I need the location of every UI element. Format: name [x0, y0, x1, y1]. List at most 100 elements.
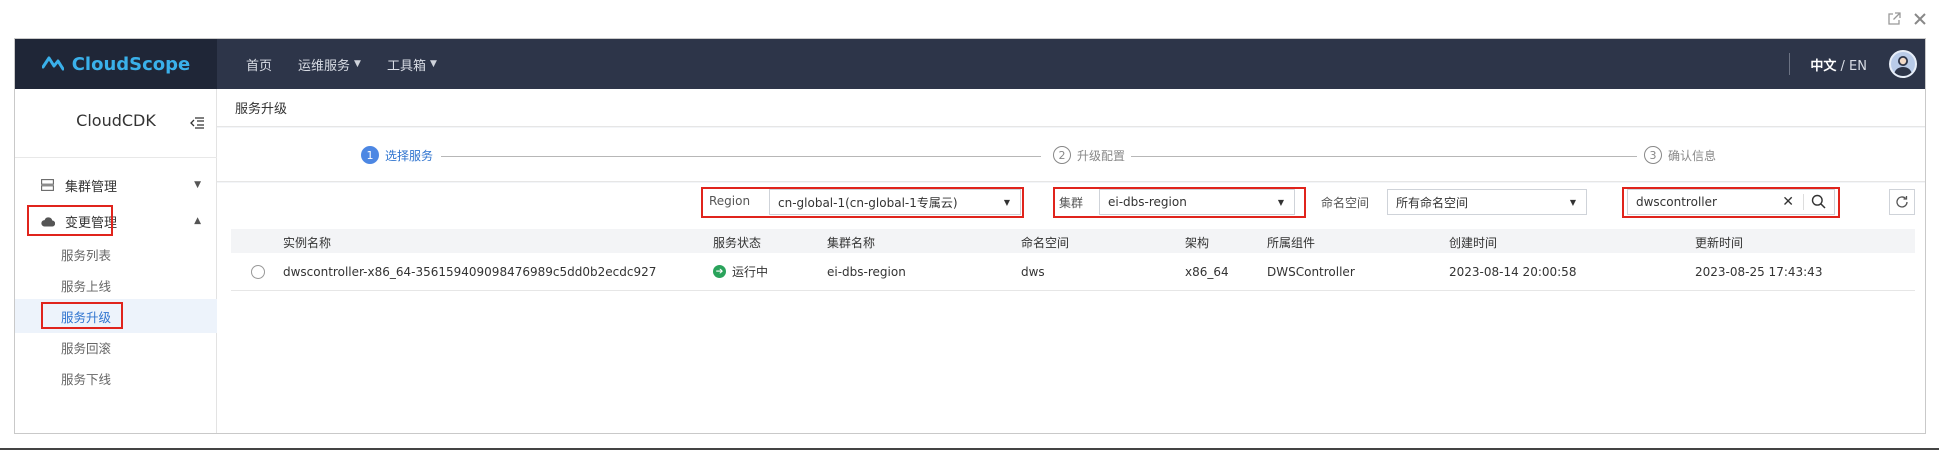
brand-name: CloudScope — [71, 53, 191, 75]
chevron-down-icon: ▼ — [1003, 198, 1010, 207]
column-header: 实例名称 — [283, 236, 332, 250]
divider — [1789, 53, 1791, 75]
column-header: 命名空间 — [1021, 236, 1070, 250]
sidebar-item-service-rollback[interactable]: 服务回滚 — [15, 330, 217, 364]
column-header: 架构 — [1185, 236, 1210, 250]
step-label: 选择服务 — [385, 148, 434, 163]
chevron-down-icon: ▼ — [1277, 198, 1284, 207]
search-icon[interactable] — [1811, 194, 1826, 212]
sidebar-group-change-management[interactable]: 变更管理 ▲ — [15, 206, 217, 236]
step-label: 升级配置 — [1077, 148, 1126, 163]
row-select-radio[interactable] — [251, 265, 265, 279]
sidebar-group-cluster-management[interactable]: 集群管理 ▼ — [15, 170, 217, 200]
collapse-sidebar-icon[interactable] — [190, 117, 204, 132]
cluster-name-cell: ei-dbs-region — [827, 265, 906, 279]
sidebar-item-service-upgrade[interactable]: 服务升级 — [15, 299, 217, 333]
chevron-up-icon: ▲ — [194, 216, 201, 226]
cluster-label: 集群 — [1059, 196, 1084, 210]
lang-zh[interactable]: 中文 — [1810, 59, 1836, 74]
brand-logo[interactable]: CloudScope — [15, 39, 217, 89]
sidebar-item-service-list[interactable]: 服务列表 — [15, 237, 217, 271]
step-label: 确认信息 — [1668, 148, 1717, 163]
sidebar-title: CloudCDK — [76, 111, 156, 130]
search-input[interactable]: dwscontroller ✕ — [1627, 189, 1835, 215]
region-select-value: cn-global-1(cn-global-1专属云) — [778, 195, 958, 210]
language-switch[interactable]: 中文 / EN — [1810, 55, 1867, 74]
nav-toolbox-label: 工具箱 — [386, 58, 426, 74]
sidebar-item-service-deploy[interactable]: 服务上线 — [15, 268, 217, 302]
page-title: 服务升级 — [217, 89, 1925, 127]
region-label: Region — [709, 194, 751, 208]
component-cell: DWSController — [1267, 265, 1355, 279]
chevron-down-icon: ▼ — [354, 59, 361, 69]
sidebar-item-service-offline[interactable]: 服务下线 — [15, 361, 217, 395]
window-controls — [1885, 10, 1929, 28]
column-header: 创建时间 — [1449, 236, 1498, 250]
refresh-icon — [1896, 196, 1908, 208]
cluster-select-value: ei-dbs-region — [1108, 195, 1187, 209]
app-frame: CloudScope 首页 运维服务 ▼ 工具箱 ▼ 中文 / EN CloudCD… — [14, 38, 1926, 434]
divider — [0, 448, 1939, 450]
step-confirm-info: 3 确认信息 — [1638, 146, 1723, 164]
external-link-icon[interactable] — [1885, 10, 1903, 28]
region-select[interactable]: cn-global-1(cn-global-1专属云) ▼ — [769, 189, 1021, 215]
column-header: 所属组件 — [1267, 236, 1316, 250]
namespace-label: 命名空间 — [1321, 196, 1370, 210]
instance-name-cell: dwscontroller-x86_64-356159409098476989c… — [283, 265, 657, 279]
table-header: 实例名称 服务状态 集群名称 命名空间 架构 所属组件 创建时间 更新时间 — [231, 229, 1915, 253]
steps-bar: 1 选择服务 2 升级配置 3 确认信息 — [217, 128, 1925, 182]
content-area: 服务升级 1 选择服务 2 升级配置 3 确认信息 Region cn-glob… — [217, 89, 1925, 433]
step-connector — [441, 156, 1041, 157]
status-badge: ➔ 运行中 — [713, 263, 768, 280]
created-time-cell: 2023-08-14 20:00:58 — [1449, 265, 1577, 279]
top-right-area: 中文 / EN — [1789, 39, 1917, 89]
nav-ops-services[interactable]: 运维服务 ▼ — [285, 55, 374, 74]
top-navbar: CloudScope 首页 运维服务 ▼ 工具箱 ▼ 中文 / EN — [15, 39, 1925, 89]
nav-ops-services-label: 运维服务 — [298, 58, 351, 74]
divider — [1803, 194, 1804, 210]
main-nav: 首页 运维服务 ▼ 工具箱 ▼ — [233, 39, 450, 89]
screen: CloudScope 首页 运维服务 ▼ 工具箱 ▼ 中文 / EN CloudCD… — [0, 0, 1939, 451]
step-connector — [1129, 156, 1637, 157]
step-upgrade-config: 2 升级配置 — [1047, 146, 1132, 164]
namespace-select[interactable]: 所有命名空间 ▼ — [1387, 189, 1587, 215]
main-panel: Region cn-global-1(cn-global-1专属云) ▼ 集群 … — [217, 183, 1925, 433]
running-status-icon: ➔ — [713, 265, 726, 278]
column-header: 更新时间 — [1695, 236, 1744, 250]
nav-home-label: 首页 — [246, 58, 273, 74]
nav-toolbox[interactable]: 工具箱 ▼ — [374, 55, 450, 74]
nav-home[interactable]: 首页 — [233, 55, 285, 74]
avatar[interactable] — [1889, 50, 1917, 78]
search-input-value: dwscontroller — [1636, 195, 1717, 209]
divider — [15, 157, 217, 158]
clear-icon[interactable]: ✕ — [1782, 194, 1794, 210]
cloud-icon — [41, 214, 55, 228]
step-number: 1 — [361, 146, 379, 164]
lang-en[interactable]: EN — [1849, 59, 1867, 74]
cluster-select[interactable]: ei-dbs-region ▼ — [1099, 189, 1295, 215]
column-header: 集群名称 — [827, 236, 876, 250]
page-title-text: 服务升级 — [235, 102, 288, 117]
table-row[interactable]: dwscontroller-x86_64-356159409098476989c… — [231, 253, 1915, 291]
chevron-down-icon: ▼ — [429, 59, 437, 69]
user-avatar-icon — [1894, 56, 1912, 76]
step-number: 3 — [1644, 146, 1662, 164]
namespace-select-value: 所有命名空间 — [1396, 195, 1469, 210]
step-select-service: 1 选择服务 — [355, 146, 440, 164]
cloudscope-logo-icon — [41, 56, 64, 71]
server-icon — [41, 178, 55, 192]
chevron-down-icon: ▼ — [194, 180, 201, 190]
arch-cell: x86_64 — [1185, 265, 1229, 279]
refresh-button[interactable] — [1889, 189, 1915, 215]
lang-separator: / — [1836, 58, 1850, 74]
close-icon[interactable] — [1911, 10, 1929, 28]
status-text: 运行中 — [732, 265, 769, 279]
sidebar-group-label: 集群管理 — [65, 179, 118, 195]
updated-time-cell: 2023-08-25 17:43:43 — [1695, 265, 1823, 279]
sidebar-group-label: 变更管理 — [65, 215, 118, 231]
step-number: 2 — [1053, 146, 1071, 164]
sidebar: CloudCDK 集群管理 ▼ 变更管理 ▲ 服务列表 服务上线 服务升级 服务… — [15, 89, 217, 433]
namespace-cell: dws — [1021, 265, 1045, 279]
chevron-down-icon: ▼ — [1569, 198, 1576, 207]
column-header: 服务状态 — [713, 236, 762, 250]
